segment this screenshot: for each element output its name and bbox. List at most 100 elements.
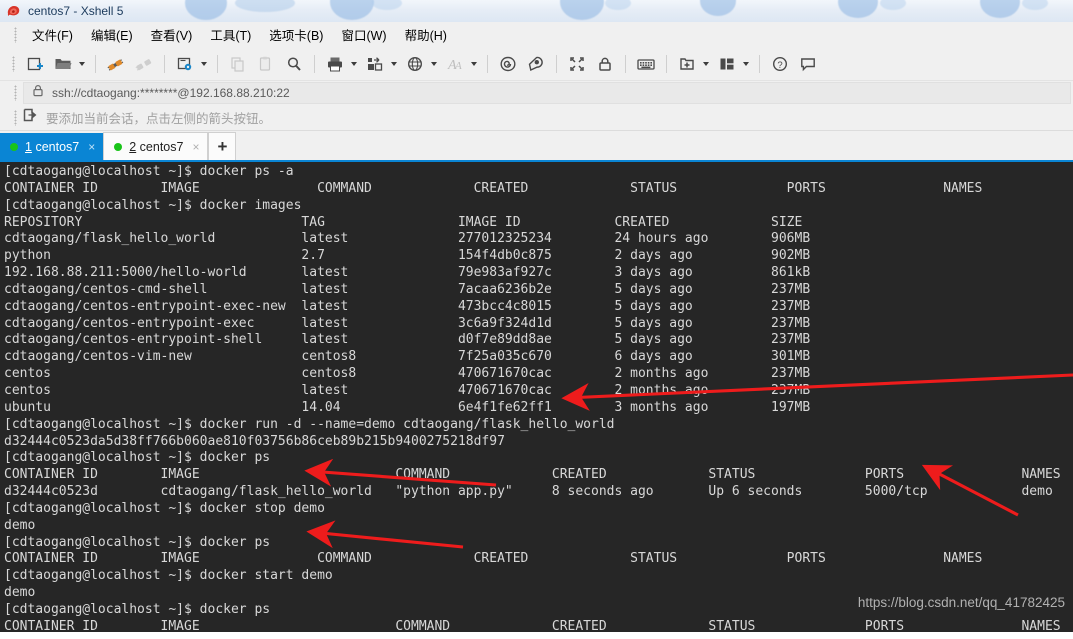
menu-tab[interactable]: 选项卡(B): [260, 23, 332, 46]
titlebar-background-decor: [0, 0, 1073, 22]
copy-icon: [225, 51, 251, 77]
open-folder-caret-icon[interactable]: [77, 52, 87, 76]
menu-bar: 文件(F) 编辑(E) 查看(V) 工具(T) 选项卡(B) 窗口(W) 帮助(…: [0, 22, 1073, 48]
toolbar-separator: [487, 55, 488, 73]
tab-session-1-label: 1 centos7: [25, 140, 79, 154]
key-agent-icon[interactable]: [523, 51, 549, 77]
lock-icon: [32, 84, 44, 102]
new-session-icon[interactable]: [22, 51, 48, 77]
tab-session-2[interactable]: 2 centos7 ×: [103, 132, 209, 160]
terminal-line: CONTAINER ID IMAGE COMMAND CREATED STATU…: [4, 180, 983, 196]
toolbar-separator: [666, 55, 667, 73]
terminal-line: python 2.7 154f4db0c875 2 days ago 902MB: [4, 248, 811, 264]
tab-session-1[interactable]: 1 centos7 ×: [0, 133, 104, 160]
tab-status-dot-icon: [114, 142, 123, 151]
tab-session-1-name: centos7: [35, 139, 80, 154]
toolbar-grip-handle[interactable]: [12, 56, 15, 72]
feedback-icon[interactable]: [795, 51, 821, 77]
tab-session-2-index: 2: [129, 139, 137, 154]
tab-session-2-name: centos7: [139, 139, 184, 154]
terminal-line: demo: [4, 517, 36, 533]
transfer-file-icon[interactable]: [362, 51, 388, 77]
terminal-line: [cdtaogang@localhost ~]$ docker ps: [4, 450, 271, 466]
add-session-arrow-icon[interactable]: [23, 108, 38, 127]
toolbar-separator: [314, 55, 315, 73]
terminal-line: [cdtaogang@localhost ~]$ docker stop dem…: [4, 500, 325, 516]
terminal-output: [cdtaogang@localhost ~]$ docker ps -a CON…: [0, 162, 1073, 632]
terminal-line: ubuntu 14.04 6e4f1fe62ff1 3 months ago 1…: [4, 399, 811, 415]
session-properties-caret-icon[interactable]: [199, 52, 209, 76]
lock-icon[interactable]: [592, 51, 618, 77]
main-toolbar: AA ?: [0, 48, 1073, 81]
menu-tools[interactable]: 工具(T): [201, 23, 260, 46]
tab-session-2-label: 2 centos7: [129, 140, 183, 154]
tab-session-2-close-icon[interactable]: ×: [192, 141, 199, 153]
terminal-line: CONTAINER ID IMAGE COMMAND CREATED STATU…: [4, 618, 1061, 632]
terminal-view[interactable]: [cdtaogang@localhost ~]$ docker ps -a CON…: [0, 160, 1073, 632]
menu-window[interactable]: 窗口(W): [332, 23, 395, 46]
hintbar-grip-handle[interactable]: [14, 109, 17, 126]
hint-bar: 要添加当前会话，点击左侧的箭头按钮。: [0, 105, 1073, 131]
tab-status-dot-icon: [10, 142, 18, 151]
globe-icon[interactable]: [402, 51, 428, 77]
ssh-tunnel-icon[interactable]: [495, 51, 521, 77]
paste-icon: [253, 51, 279, 77]
add-pane-icon[interactable]: [674, 51, 700, 77]
layout-caret-icon[interactable]: [741, 52, 751, 76]
print-caret-icon[interactable]: [349, 52, 359, 76]
terminal-line: [cdtaogang@localhost ~]$ docker run -d -…: [4, 416, 615, 432]
terminal-line: cdtaogang/centos-cmd-shell latest 7acaa6…: [4, 281, 811, 297]
terminal-line: [cdtaogang@localhost ~]$ docker ps -a: [4, 164, 294, 179]
keyboard-icon[interactable]: [633, 51, 659, 77]
toolbar-separator: [217, 55, 218, 73]
toolbar-separator: [556, 55, 557, 73]
find-icon[interactable]: [281, 51, 307, 77]
transfer-file-caret-icon[interactable]: [389, 52, 399, 76]
open-folder-icon[interactable]: [50, 51, 76, 77]
add-pane-caret-icon[interactable]: [701, 52, 711, 76]
font-caret-icon[interactable]: [469, 52, 479, 76]
watermark-text: https://blog.csdn.net/qq_41782425: [857, 595, 1065, 610]
layout-icon[interactable]: [714, 51, 740, 77]
terminal-line: centos centos8 470671670cac 2 months ago…: [4, 366, 811, 382]
terminal-line: CONTAINER ID IMAGE COMMAND CREATED STATU…: [4, 467, 1061, 483]
toolbar-separator: [625, 55, 626, 73]
toolbar-separator: [95, 55, 96, 73]
globe-caret-icon[interactable]: [429, 52, 439, 76]
menu-help[interactable]: 帮助(H): [396, 23, 456, 46]
session-url-input[interactable]: ssh://cdtaogang:********@192.168.88.210:…: [23, 82, 1071, 104]
terminal-line: cdtaogang/centos-vim-new centos8 7f25a03…: [4, 349, 811, 365]
addressbar-grip-handle[interactable]: [14, 85, 17, 101]
menu-file[interactable]: 文件(F): [23, 23, 82, 46]
toolbar-separator: [759, 55, 760, 73]
font-icon[interactable]: AA: [442, 51, 468, 77]
menu-view[interactable]: 查看(V): [142, 23, 202, 46]
session-url-value: ssh://cdtaogang:********@192.168.88.210:…: [52, 86, 290, 100]
help-icon[interactable]: ?: [767, 51, 793, 77]
hint-text: 要添加当前会话，点击左侧的箭头按钮。: [46, 112, 272, 126]
menubar-grip-handle[interactable]: [14, 26, 17, 43]
menu-edit[interactable]: 编辑(E): [82, 23, 142, 46]
session-properties-icon[interactable]: [172, 51, 198, 77]
session-tab-bar: 1 centos7 × 2 centos7 × +: [0, 131, 1073, 160]
tab-session-1-index: 1: [25, 139, 32, 154]
xshell-logo-icon: [6, 3, 22, 19]
terminal-line: cdtaogang/flask_hello_world latest 27701…: [4, 231, 811, 247]
tab-session-1-close-icon[interactable]: ×: [88, 141, 95, 153]
terminal-line: d32444c0523d cdtaogang/flask_hello_world…: [4, 484, 1053, 500]
connect-icon[interactable]: [103, 51, 129, 77]
svg-text:?: ?: [777, 60, 782, 71]
window-titlebar: centos7 - Xshell 5: [0, 0, 1073, 22]
new-tab-button[interactable]: +: [208, 132, 237, 160]
terminal-line: 192.168.88.211:5000/hello-world latest 7…: [4, 265, 811, 281]
window-title: centos7 - Xshell 5: [28, 4, 124, 18]
terminal-line: d32444c0523da5d38ff766b060ae810f03756b86…: [4, 433, 505, 449]
svg-text:A: A: [454, 60, 462, 72]
fullscreen-icon[interactable]: [564, 51, 590, 77]
terminal-line: CONTAINER ID IMAGE COMMAND CREATED STATU…: [4, 551, 983, 567]
address-bar: ssh://cdtaogang:********@192.168.88.210:…: [0, 81, 1073, 105]
terminal-line: [cdtaogang@localhost ~]$ docker ps: [4, 534, 271, 550]
print-icon[interactable]: [322, 51, 348, 77]
terminal-line: cdtaogang/centos-entrypoint-exec-new lat…: [4, 298, 811, 314]
terminal-line: REPOSITORY TAG IMAGE ID CREATED SIZE: [4, 214, 803, 230]
